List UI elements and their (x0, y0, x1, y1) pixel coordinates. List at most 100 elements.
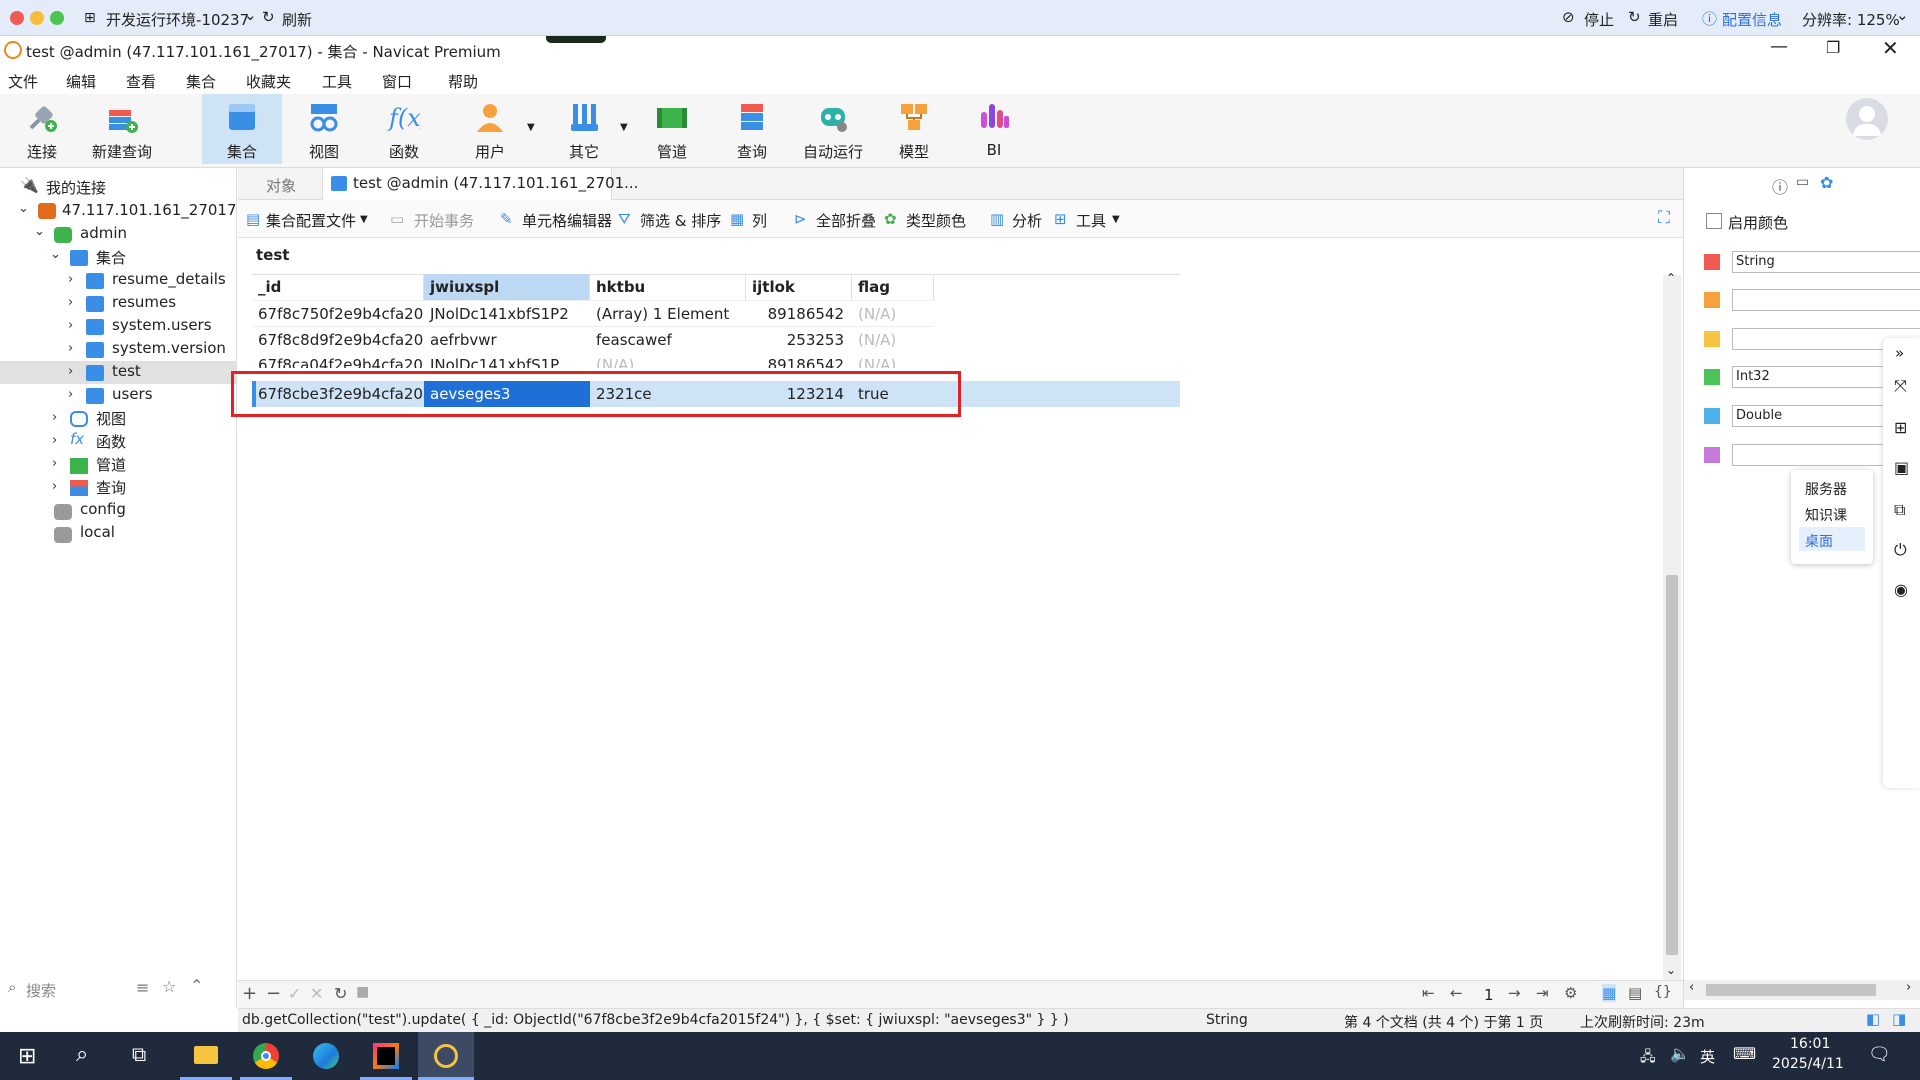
volume-icon[interactable]: 🔈 (1670, 1044, 1690, 1063)
search-icon[interactable]: ⌕ (76, 1042, 88, 1067)
chrome-button[interactable] (240, 1032, 292, 1080)
scroll-up-icon[interactable]: ⌃ (1666, 271, 1676, 285)
refresh-icon[interactable]: ↻ (262, 8, 275, 26)
chevron-down-icon[interactable]: ⌄ (50, 247, 61, 262)
intellij-button[interactable] (360, 1032, 412, 1080)
split-icon[interactable]: ⊞ (1894, 418, 1907, 437)
color-swatch[interactable] (1704, 447, 1720, 463)
collection-node[interactable]: system.users (112, 316, 212, 339)
table-cell[interactable]: JNolDc141xbfS1P (424, 352, 590, 368)
filter-sort-button[interactable]: 筛选 & 排序 (640, 210, 721, 231)
scroll-down-icon[interactable]: ⌄ (1666, 963, 1676, 977)
collection-node[interactable]: resumes (112, 293, 176, 316)
layout-left-icon[interactable]: ◧ (1866, 1010, 1880, 1028)
type-color-icon[interactable]: ✿ (1820, 173, 1833, 192)
query-button[interactable]: 查询 (714, 94, 790, 166)
restart-icon[interactable]: ↻ (1628, 8, 1641, 26)
star-icon[interactable]: ☆ (162, 977, 176, 996)
start-icon[interactable]: ⊞ (18, 1044, 36, 1069)
functions-group-node[interactable]: 函数 (96, 431, 126, 454)
close-icon[interactable]: ✕ (1882, 36, 1899, 60)
table-cell[interactable]: aefrbvwr (424, 326, 590, 352)
columns-button[interactable]: 列 (752, 210, 767, 231)
json-view-icon[interactable]: {} (1654, 984, 1672, 1000)
type-field[interactable]: String (1732, 251, 1920, 273)
tab-objects[interactable]: 对象 (266, 175, 296, 196)
database-node[interactable]: config (80, 500, 126, 523)
navicat-button[interactable] (418, 1032, 474, 1080)
chevron-down-icon[interactable]: ⌄ (1896, 6, 1909, 24)
collection-node[interactable]: system.version (112, 339, 226, 362)
restart-label[interactable]: 重启 (1648, 9, 1678, 30)
pipelines-group-node[interactable]: 管道 (96, 454, 126, 477)
column-header[interactable]: flag (852, 274, 934, 300)
table-cell[interactable]: 253253 (746, 326, 852, 352)
refresh-icon[interactable]: ↻ (334, 984, 347, 1003)
chevron-right-icon[interactable]: › (52, 479, 57, 494)
scroll-thumb[interactable] (1706, 984, 1876, 996)
database-node[interactable]: admin (80, 224, 127, 247)
page-number[interactable]: 1 (1484, 986, 1494, 1004)
chevron-down-icon[interactable]: ⌄ (244, 6, 257, 24)
restore-icon[interactable]: ❐ (1826, 38, 1840, 57)
prev-page-icon[interactable]: ← (1450, 984, 1463, 1002)
copy-icon[interactable]: ⧉ (1894, 500, 1905, 520)
color-swatch[interactable] (1704, 331, 1720, 347)
collection-button[interactable]: 集合 (202, 94, 282, 164)
notification-icon[interactable]: 🗨 (1868, 1044, 1891, 1065)
menu-tools[interactable]: 工具 (322, 71, 352, 92)
dropdown-arrow-icon[interactable]: ▼ (527, 122, 535, 133)
cell-editor-button[interactable]: 单元格编辑器 (522, 210, 612, 231)
refresh-label[interactable]: 刷新 (282, 9, 312, 30)
analyze-button[interactable]: 分析 (1012, 210, 1042, 231)
chevron-down-icon[interactable]: ⌄ (18, 201, 29, 216)
add-record-icon[interactable]: + (242, 983, 257, 1004)
next-page-icon[interactable]: → (1508, 984, 1521, 1002)
collections-group-node[interactable]: 集合 (96, 247, 126, 270)
menu-help[interactable]: 帮助 (448, 71, 478, 92)
filter-icon[interactable]: ≡ (136, 978, 149, 997)
close-dot-icon[interactable] (10, 11, 24, 25)
column-header[interactable]: hktbu (590, 274, 746, 300)
task-view-icon[interactable]: ⧉ (132, 1042, 146, 1066)
popup-item-desktop[interactable]: 桌面 (1805, 531, 1833, 551)
color-swatch[interactable] (1704, 369, 1720, 385)
zoom-dot-icon[interactable] (50, 11, 64, 25)
menu-file[interactable]: 文件 (8, 71, 38, 92)
fullscreen-icon[interactable]: ⛶ (1658, 208, 1670, 228)
keyboard-icon[interactable]: ⌨ (1733, 1044, 1756, 1063)
bi-button[interactable]: BI (956, 94, 1032, 166)
chevron-right-icon[interactable]: › (52, 433, 57, 448)
collection-node-selected[interactable]: test (112, 362, 141, 385)
apply-icon[interactable]: ✓ (288, 984, 301, 1003)
popup-item-course[interactable]: 知识课 (1805, 505, 1847, 525)
menu-view[interactable]: 查看 (126, 71, 156, 92)
table-cell[interactable]: 89186542 (746, 352, 852, 368)
collapse-icon[interactable]: ⌃ (190, 976, 203, 995)
table-cell[interactable]: (Array) 1 Element (590, 300, 746, 326)
discard-icon[interactable]: ✕ (310, 984, 323, 1003)
fullscreen-icon[interactable]: ⤧ (1894, 376, 1907, 396)
config-info-link[interactable]: 配置信息 (1722, 9, 1782, 30)
chevron-right-icon[interactable]: › (68, 318, 73, 333)
color-swatch[interactable] (1704, 408, 1720, 424)
search-input[interactable]: 搜索 (26, 980, 56, 1001)
resolution-select[interactable]: 分辨率: 125% (1802, 9, 1900, 30)
minimize-dot-icon[interactable] (30, 11, 44, 25)
database-node[interactable]: local (80, 523, 115, 546)
first-page-icon[interactable]: ⇤ (1422, 984, 1435, 1002)
layout-right-icon[interactable]: ◨ (1892, 1010, 1906, 1028)
table-cell[interactable]: 67f8c8d9f2e9b4cfa2015 (252, 326, 424, 352)
edge-button[interactable] (300, 1032, 352, 1080)
connection-node[interactable]: 47.117.101.161_27017 (62, 201, 237, 224)
table-cell[interactable]: feascawef (590, 326, 746, 352)
enable-color-checkbox[interactable] (1706, 213, 1722, 229)
begin-transaction-button[interactable]: 开始事务 (414, 210, 474, 231)
horizontal-scrollbar[interactable]: ‹ › (1684, 980, 1920, 1000)
last-page-icon[interactable]: ⇥ (1536, 984, 1549, 1002)
clock-time[interactable]: 16:01 (1790, 1036, 1830, 1052)
window-icon[interactable]: ▣ (1894, 458, 1909, 477)
column-header-selected[interactable]: jwiuxspl (424, 274, 590, 300)
new-query-button[interactable]: 新建查询 (84, 94, 160, 166)
chevron-down-icon[interactable]: ⌄ (34, 224, 45, 239)
